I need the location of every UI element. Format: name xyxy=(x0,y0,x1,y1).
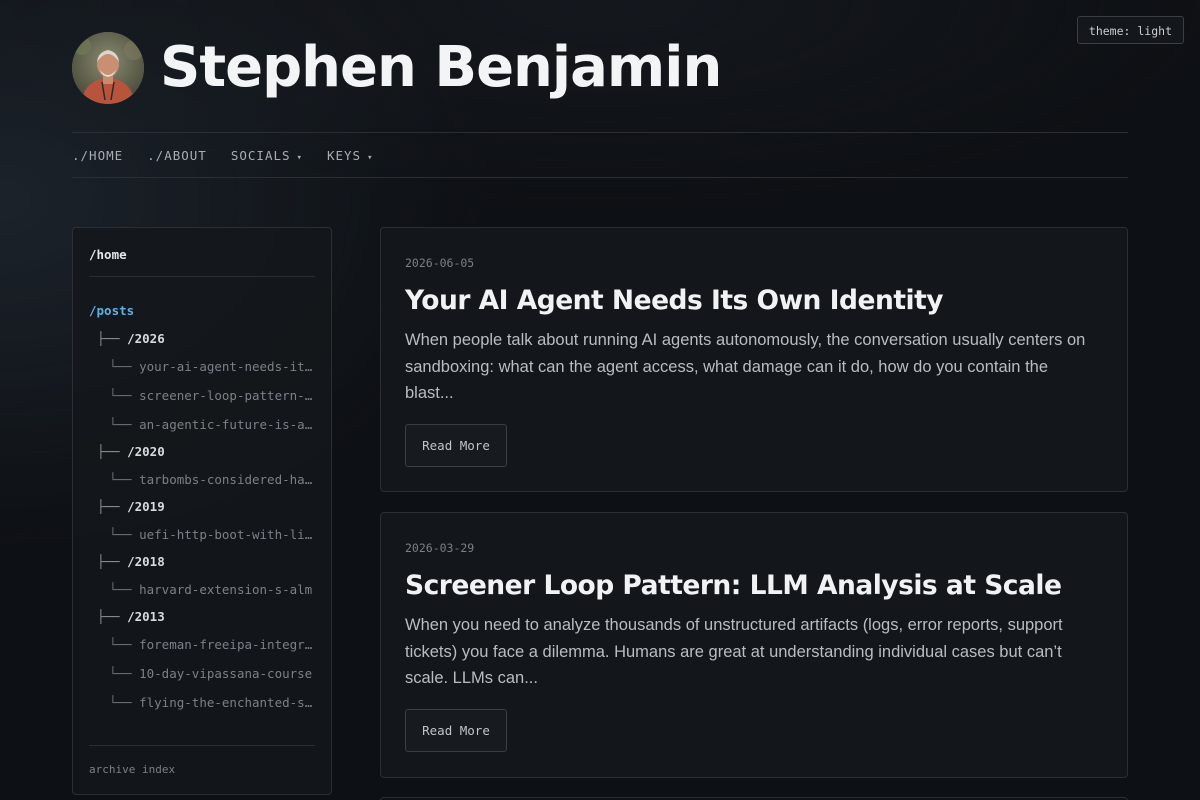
post-title-link[interactable]: Your AI Agent Needs Its Own Identity xyxy=(405,284,1103,318)
tree-branch: └── xyxy=(109,527,132,542)
post-card: 2026-06-05 Your AI Agent Needs Its Own I… xyxy=(380,227,1128,492)
nav-home[interactable]: ./HOME xyxy=(72,148,123,163)
post-excerpt: When you need to analyze thousands of un… xyxy=(405,616,1063,687)
main-nav: ./HOME ./ABOUT SOCIALS ▾ KEYS ▾ xyxy=(72,132,1128,178)
post-date: 2026-06-05 xyxy=(405,256,475,270)
tree-year-2026[interactable]: ├── /2026 xyxy=(89,326,315,352)
tree-year-label: /2018 xyxy=(127,554,165,569)
tree-branch: ├── xyxy=(97,444,120,459)
tree-post-link[interactable]: └── your-ai-agent-needs-its-own-identity xyxy=(89,352,315,381)
tree-branch: └── xyxy=(109,472,132,487)
tree-post-link[interactable]: └── uefi-http-boot-with-libvirt xyxy=(89,520,315,549)
nav-about-label: ./ABOUT xyxy=(147,147,207,163)
sidebar-home-link[interactable]: /home xyxy=(89,228,315,277)
tree-year-label: /2013 xyxy=(127,609,165,624)
post-card: 2026-03-29 Screener Loop Pattern: LLM An… xyxy=(380,512,1128,778)
tree-post-label: an-agentic-future-is-already-here xyxy=(139,417,315,432)
tree-branch: └── xyxy=(109,359,132,374)
read-more-button[interactable]: Read More xyxy=(405,708,507,752)
tree-post-label: flying-the-enchanted-skies xyxy=(139,695,315,710)
nav-socials-dropdown[interactable]: SOCIALS ▾ xyxy=(231,148,303,163)
tree-branch: └── xyxy=(109,666,132,681)
tree-year-label: /2020 xyxy=(127,444,165,459)
tree-year-2019[interactable]: ├── /2019 xyxy=(89,494,315,520)
read-more-button[interactable]: Read More xyxy=(405,423,507,467)
tree-post-link[interactable]: └── harvard-extension-s-alm xyxy=(89,575,315,604)
tree-year-label: /2019 xyxy=(127,499,165,514)
tree-branch: └── xyxy=(109,695,132,710)
tree-branch: └── xyxy=(109,637,132,652)
nav-socials-label: SOCIALS xyxy=(230,147,291,163)
sidebar-file-tree: /home /posts ├── /2026 └── your-ai-agent… xyxy=(72,227,332,795)
archive-index-link[interactable]: archive index xyxy=(89,763,175,776)
tree-post-link[interactable]: └── screener-loop-pattern-llm-analysis-a… xyxy=(89,381,315,410)
tree-branch: └── xyxy=(109,582,132,597)
tree-post-label: foreman-freeipa-integration xyxy=(139,637,315,652)
tree-post-label: harvard-extension-s-alm xyxy=(139,582,313,597)
site-header: Stephen Benjamin xyxy=(72,32,1128,104)
caret-down-icon: ▾ xyxy=(367,152,374,163)
tree-post-link[interactable]: └── tarbombs-considered-harmful xyxy=(89,465,315,494)
tree-post-label: 10-day-vipassana-course xyxy=(139,666,313,681)
post-date: 2026-03-29 xyxy=(405,541,475,555)
tree-posts-root[interactable]: /posts xyxy=(89,299,315,323)
tree-year-2018[interactable]: ├── /2018 xyxy=(89,549,315,575)
tree-post-link[interactable]: └── flying-the-enchanted-skies xyxy=(89,688,315,717)
tree-branch: └── xyxy=(109,388,132,403)
tree-year-2020[interactable]: ├── /2020 xyxy=(89,439,315,465)
caret-down-icon: ▾ xyxy=(296,152,303,163)
tree-post-label: uefi-http-boot-with-libvirt xyxy=(139,527,315,542)
sidebar-footer: archive index xyxy=(89,745,315,776)
post-title-link[interactable]: Screener Loop Pattern: LLM Analysis at S… xyxy=(405,569,1103,603)
tree-branch: ├── xyxy=(97,331,120,346)
tree-post-link[interactable]: └── foreman-freeipa-integration xyxy=(89,630,315,659)
nav-keys-dropdown[interactable]: KEYS ▾ xyxy=(327,148,374,163)
avatar[interactable] xyxy=(72,32,144,104)
site-title[interactable]: Stephen Benjamin xyxy=(160,32,722,104)
tree-post-label: tarbombs-considered-harmful xyxy=(139,472,315,487)
tree-post-link[interactable]: └── 10-day-vipassana-course xyxy=(89,659,315,688)
tree-branch: ├── xyxy=(97,609,120,624)
post-excerpt: When people talk about running AI agents… xyxy=(405,331,1086,402)
nav-home-label: ./HOME xyxy=(72,147,124,163)
tree-post-label: screener-loop-pattern-llm-analysis-at-sc… xyxy=(139,388,315,403)
tree-year-label: /2026 xyxy=(127,331,165,346)
tree-post-link[interactable]: └── an-agentic-future-is-already-here xyxy=(89,410,315,439)
tree-year-2013[interactable]: ├── /2013 xyxy=(89,604,315,630)
nav-about[interactable]: ./ABOUT xyxy=(147,148,207,163)
nav-keys-label: KEYS xyxy=(326,147,362,163)
tree-branch: ├── xyxy=(97,554,120,569)
post-tree: /posts ├── /2026 └── your-ai-agent-needs… xyxy=(89,277,315,717)
tree-branch: └── xyxy=(109,417,132,432)
tree-post-label: your-ai-agent-needs-its-own-identity xyxy=(139,359,315,374)
tree-branch: ├── xyxy=(97,499,120,514)
